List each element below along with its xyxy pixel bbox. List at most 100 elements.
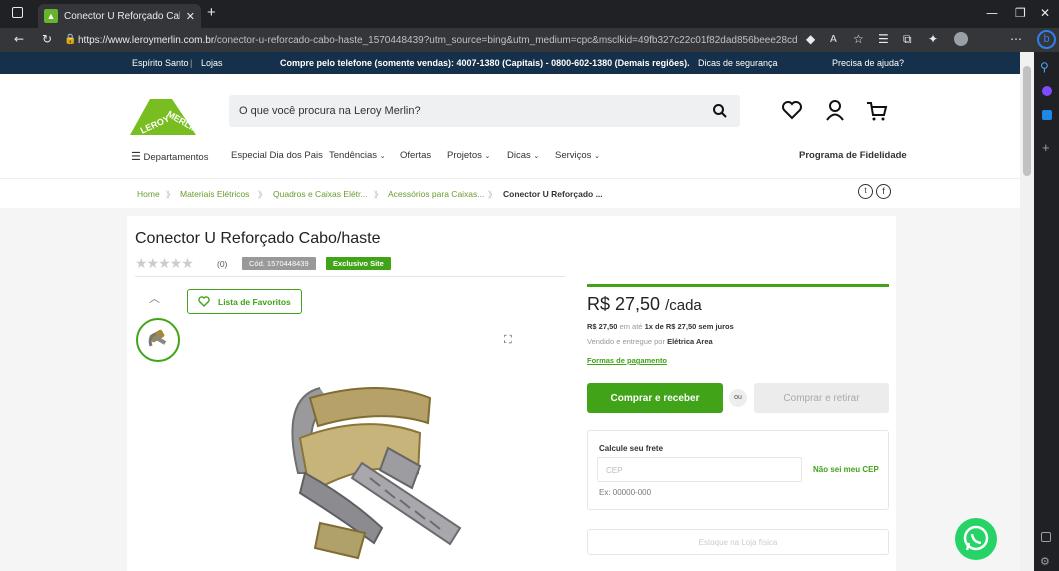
buy-and-receive-button[interactable]: Comprar e receber — [587, 383, 723, 413]
exclusive-badge: Exclusivo Site — [326, 257, 391, 270]
close-tab-icon[interactable]: ✕ — [186, 10, 195, 23]
heart-icon — [198, 296, 210, 307]
price: R$ 27,50 — [587, 294, 661, 314]
payment-methods-link[interactable]: Formas de pagamento — [587, 356, 667, 365]
url-field[interactable]: https://www.leroymerlin.com.br/conector-… — [78, 32, 798, 49]
breadcrumb-item[interactable]: Acessórios para Caixas... — [388, 189, 484, 199]
help-link[interactable]: Precisa de ajuda? — [832, 58, 904, 68]
sidebar-outlook-icon[interactable] — [1042, 110, 1052, 120]
search-box[interactable]: O que você procura na Leroy Merlin? — [229, 95, 740, 127]
installment-mid: em até — [619, 322, 643, 331]
url-domain: https://www.leroymerlin.com.br — [78, 35, 215, 46]
breadcrumb-item[interactable]: Home — [137, 189, 160, 199]
bing-copilot-icon[interactable]: b — [1037, 30, 1056, 49]
or-separator: ou — [729, 389, 747, 407]
breadcrumb-separator-icon: 》 — [488, 190, 497, 200]
nav-services-label: Serviços — [555, 150, 592, 161]
installment-info: R$ 27,50 em até 1x de R$ 27,50 sem juros — [587, 322, 734, 331]
sidebar-settings-icon[interactable]: ⚙ — [1040, 555, 1050, 568]
product-image[interactable] — [270, 378, 485, 571]
nav-projects-label: Projetos — [447, 150, 482, 161]
lock-icon[interactable]: 🔒 — [64, 34, 76, 45]
safety-tips-link[interactable]: Dicas de segurança — [698, 58, 778, 68]
product-thumbnail[interactable] — [136, 318, 180, 362]
extension-icon[interactable]: ◆ — [806, 32, 815, 46]
scrollbar-thumb[interactable] — [1023, 66, 1031, 176]
user-account-icon[interactable] — [825, 99, 845, 121]
installment-price: R$ 27,50 — [587, 322, 618, 331]
price-unit: /cada — [665, 297, 702, 314]
nav-fathers-day[interactable]: Especial Dia dos Pais — [231, 150, 323, 161]
seller-info: Vendido e entregue por Elétrica Area — [587, 337, 713, 346]
close-window-icon[interactable]: ✕ — [1040, 6, 1050, 20]
nav-departments[interactable]: ☰ Departamentos — [131, 150, 208, 163]
breadcrumb-item[interactable]: Quadros e Caixas Elétr... — [273, 189, 368, 199]
more-options-icon[interactable]: ⋯ — [1010, 32, 1022, 46]
heart-wishlist-icon[interactable] — [781, 100, 803, 120]
breadcrumb-separator-icon: 》 — [374, 190, 383, 200]
nav-offers[interactable]: Ofertas — [400, 150, 431, 161]
seller-name[interactable]: Elétrica Area — [667, 337, 713, 346]
seller-prefix: Vendido e entregue por — [587, 337, 665, 346]
nav-services[interactable]: Serviços ⌄ — [555, 150, 600, 161]
thumbnails-up-chevron-icon[interactable]: ︿ — [149, 290, 160, 306]
favorite-star-icon[interactable]: ☆ — [853, 32, 864, 46]
rating-count[interactable]: (0) — [217, 259, 227, 269]
chevron-down-icon: ⌄ — [379, 153, 386, 160]
product-code-badge: Cód. 1570448439 — [242, 257, 316, 270]
cart-icon[interactable] — [866, 100, 888, 122]
collections-icon[interactable]: ⧉ — [903, 32, 912, 47]
refresh-icon[interactable]: ↻ — [42, 32, 52, 46]
favorites-label: Lista de Favoritos — [218, 296, 291, 307]
nav-trends[interactable]: Tendências ⌄ — [329, 150, 386, 161]
stores-link[interactable]: Lojas — [201, 58, 223, 68]
chevron-down-icon: ⌄ — [484, 153, 491, 160]
phone-sales-text: Compre pelo telefone (somente vendas): 4… — [280, 58, 690, 68]
cep-example: Ex: 00000-000 — [599, 488, 652, 497]
url-path: /conector-u-reforcado-cabo-haste_1570448… — [214, 35, 798, 46]
breadcrumb-item[interactable]: Materiais Elétricos — [180, 189, 249, 199]
read-aloud-icon[interactable]: A — [830, 34, 837, 45]
minimize-icon[interactable]: — — [986, 6, 998, 20]
unknown-cep-link[interactable]: Não sei meu CEP — [813, 465, 879, 474]
sidebar-app-icon[interactable] — [1042, 86, 1052, 96]
profile-avatar[interactable] — [954, 32, 968, 46]
browser-tab-bar: ▲ Conector U Reforçado Cabo/has ✕ + — ❐ … — [0, 0, 1059, 28]
nav-tips[interactable]: Dicas ⌄ — [507, 150, 539, 161]
chevron-down-icon: ⌄ — [594, 153, 600, 160]
nav-trends-label: Tendências — [329, 150, 378, 161]
nav-loyalty[interactable]: Programa de Fidelidade — [799, 150, 907, 161]
divider — [135, 276, 565, 277]
nav-projects[interactable]: Projetos ⌄ — [447, 150, 490, 161]
twitter-share-icon[interactable]: t — [858, 184, 873, 199]
browser-extensions-icon[interactable]: ✦ — [928, 32, 938, 46]
sidebar-search-icon[interactable]: ⚲ — [1040, 60, 1049, 74]
breadcrumb-separator-icon: 》 — [258, 190, 267, 200]
favorites-button[interactable]: Lista de Favoritos — [187, 289, 302, 314]
back-icon[interactable]: ← — [14, 32, 24, 46]
sidebar-hide-icon[interactable] — [1041, 532, 1051, 542]
store-stock-button[interactable]: Estoque na Loja física — [587, 529, 889, 555]
new-tab-icon[interactable]: + — [207, 4, 216, 21]
facebook-share-icon[interactable]: f — [876, 184, 891, 199]
restore-icon[interactable]: ❐ — [1015, 6, 1026, 20]
whatsapp-button[interactable] — [955, 518, 997, 560]
browser-tab[interactable]: ▲ Conector U Reforçado Cabo/has ✕ — [38, 4, 201, 28]
top-info-strip: Espírito Santo | Lojas Compre pelo telef… — [0, 52, 1020, 74]
location-link[interactable]: Espírito Santo — [132, 58, 189, 68]
menu-icon: ☰ — [131, 151, 141, 163]
rating-stars-icon[interactable]: ★★★★★ — [135, 255, 194, 272]
address-bar-row: ← ↻ 🔒 https://www.leroymerlin.com.br/con… — [0, 28, 1059, 52]
zoom-icon[interactable]: ⛶ — [504, 334, 512, 347]
nav-tips-label: Dicas — [507, 150, 531, 161]
page-scrollbar[interactable] — [1020, 52, 1034, 571]
buy-and-pickup-button[interactable]: Comprar e retirar — [754, 383, 889, 413]
sidebar-add-icon[interactable]: + — [1042, 140, 1050, 155]
tab-actions-icon[interactable] — [12, 7, 23, 18]
cep-input[interactable]: CEP — [597, 457, 802, 482]
price-accent-bar — [587, 284, 889, 287]
favorites-bar-icon[interactable]: ☰ — [878, 32, 889, 46]
leroy-merlin-logo[interactable]: LEROY MERLIN — [130, 95, 200, 139]
product-title: Conector U Reforçado Cabo/haste — [135, 230, 381, 247]
search-icon[interactable] — [712, 103, 728, 119]
